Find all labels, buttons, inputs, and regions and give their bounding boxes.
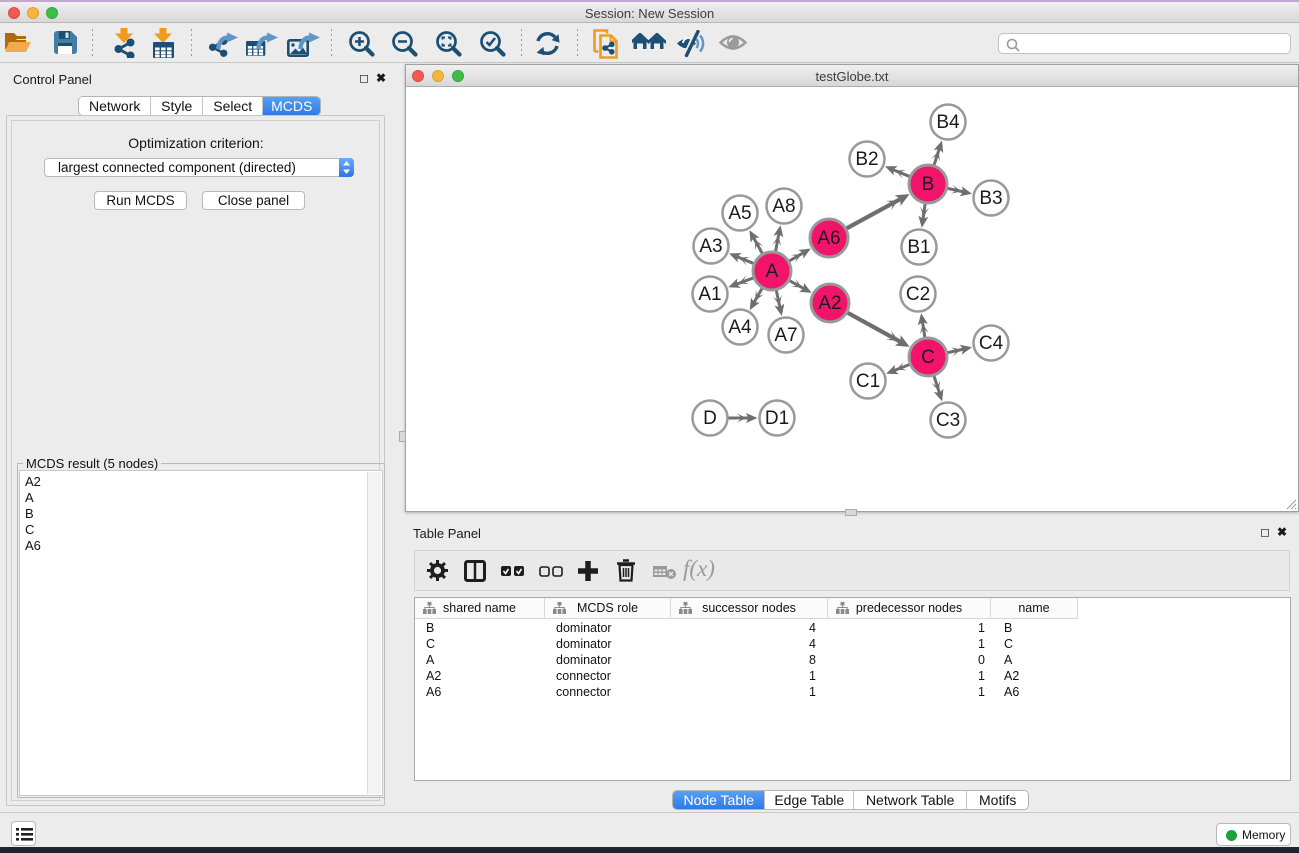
svg-text:A2: A2 bbox=[818, 293, 841, 314]
svg-text:B: B bbox=[922, 174, 935, 195]
svg-text:A7: A7 bbox=[774, 325, 797, 346]
svg-text:D1: D1 bbox=[765, 408, 789, 429]
svg-text:D: D bbox=[703, 408, 717, 429]
svg-text:A1: A1 bbox=[698, 284, 721, 305]
svg-text:A8: A8 bbox=[772, 196, 795, 217]
svg-text:B3: B3 bbox=[979, 188, 1002, 209]
svg-text:B4: B4 bbox=[936, 112, 960, 133]
svg-text:A: A bbox=[766, 261, 779, 282]
svg-text:A3: A3 bbox=[699, 236, 722, 257]
svg-text:A4: A4 bbox=[728, 317, 752, 338]
svg-text:A6: A6 bbox=[817, 228, 840, 249]
svg-text:C: C bbox=[921, 347, 935, 368]
svg-text:B2: B2 bbox=[855, 149, 878, 170]
svg-text:B1: B1 bbox=[907, 237, 930, 258]
svg-text:C1: C1 bbox=[856, 371, 880, 392]
svg-text:C3: C3 bbox=[936, 410, 960, 431]
svg-text:A5: A5 bbox=[728, 203, 751, 224]
svg-text:C4: C4 bbox=[979, 333, 1004, 354]
svg-text:C2: C2 bbox=[906, 284, 930, 305]
